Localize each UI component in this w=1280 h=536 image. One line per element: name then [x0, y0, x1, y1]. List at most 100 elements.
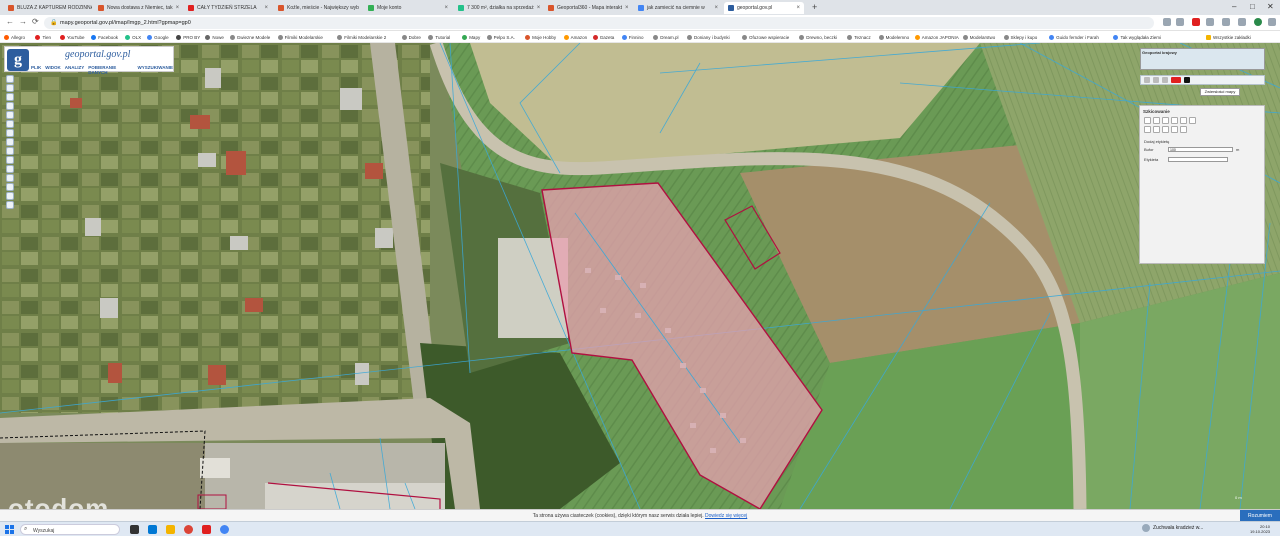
sidepanel-icon[interactable] — [1222, 18, 1230, 26]
cookie-more-link[interactable]: Dowiedz się więcej — [705, 513, 747, 519]
bookmark-item[interactable]: Nowe — [205, 33, 224, 41]
menu-wyszukiwanie[interactable]: WYSZUKIWANIE — [138, 65, 174, 75]
bookmark-item[interactable]: Sklepy i kupo — [1003, 33, 1037, 41]
bookmark-item[interactable]: Tien — [35, 33, 51, 41]
label-input[interactable] — [1168, 157, 1228, 162]
close-tab-icon[interactable]: × — [714, 5, 718, 11]
menu-pobieranie[interactable]: POBIERANIE DANYCH — [88, 65, 133, 75]
tool-icon[interactable] — [1144, 77, 1150, 83]
delete-tool-icon[interactable] — [1171, 126, 1178, 133]
bookmark-item[interactable]: Google — [147, 33, 169, 41]
profile-avatar[interactable] — [1254, 18, 1262, 26]
close-tab-icon[interactable]: × — [625, 5, 629, 11]
layers-icon[interactable] — [6, 102, 14, 110]
bookmark-item[interactable]: Teznacz — [847, 33, 871, 41]
buffer-tool-icon[interactable] — [1153, 126, 1160, 133]
maximize-button[interactable]: □ — [1250, 2, 1255, 11]
bookmark-item[interactable]: Filmiki Modelarskie — [277, 33, 323, 41]
close-tab-icon[interactable]: × — [444, 5, 448, 11]
close-window-button[interactable]: ✕ — [1267, 2, 1274, 11]
menu-widok[interactable]: WIDOK — [45, 65, 61, 75]
bookmark-item[interactable]: PRO BY — [176, 33, 200, 41]
bookmark-item[interactable]: Gwiezne Modele — [229, 33, 270, 41]
chrome-icon[interactable] — [184, 525, 193, 534]
save-tool-icon[interactable] — [1180, 126, 1187, 133]
zoom-widget[interactable]: Zwiersłości mapy — [1200, 88, 1240, 96]
youtube-app-icon[interactable] — [202, 525, 211, 534]
move-tool-icon[interactable] — [1144, 126, 1151, 133]
bookmark-item[interactable]: Amazon — [563, 33, 587, 41]
extensions-icon[interactable] — [1206, 18, 1214, 26]
info-icon[interactable] — [6, 111, 14, 119]
color-tool-icon[interactable] — [1162, 126, 1169, 133]
bookmark-item[interactable]: Modelemno — [878, 33, 909, 41]
bookmark-item[interactable]: Filmiki Modelarskie 2 — [337, 33, 386, 41]
geoportal-logo[interactable]: g — [7, 49, 29, 71]
youtube-icon[interactable] — [1171, 77, 1181, 83]
youtube-extension-icon[interactable] — [1192, 18, 1200, 26]
bookmark-item[interactable]: Mapy — [462, 33, 480, 41]
bookmark-item[interactable]: Modelarstwo — [962, 33, 995, 41]
browser-tab[interactable]: BLUZA Z KAPTUREM RODZINNA× — [4, 2, 92, 14]
forward-button[interactable]: → — [19, 17, 27, 26]
menu-plik[interactable]: PLIK — [31, 65, 41, 75]
minimize-button[interactable]: – — [1232, 2, 1236, 11]
menu-icon[interactable] — [1268, 18, 1276, 26]
clock[interactable]: 20:10 19.10.2023 — [1250, 524, 1270, 534]
bookmark-item[interactable]: Gazeta — [592, 33, 614, 41]
close-tab-icon[interactable]: × — [796, 5, 800, 11]
task-view-icon[interactable] — [130, 525, 139, 534]
bookmark-item[interactable]: YouTube — [59, 33, 85, 41]
close-tab-icon[interactable]: × — [537, 5, 541, 11]
bookmark-item[interactable]: Tutorial — [428, 33, 450, 41]
point-tool-icon[interactable] — [1144, 117, 1151, 124]
bookmark-item[interactable]: Doniany i budynki — [687, 33, 730, 41]
map-viewport[interactable]: g geoportal.gov.pl PLIK WIDOK ANALIZY PO… — [0, 43, 1280, 509]
bookmark-item[interactable]: Drewno, beczki — [799, 33, 837, 41]
weather-widget[interactable]: Zuchwała kradzież w... — [1142, 524, 1203, 532]
windows-start-icon[interactable] — [5, 525, 14, 534]
bookmark-item[interactable]: Moje Hobby — [525, 33, 556, 41]
pan-icon[interactable] — [6, 93, 14, 101]
zoom-in-icon[interactable] — [6, 75, 14, 83]
bookmark-item[interactable]: Pelpo S.A. — [486, 33, 515, 41]
erase-tool-icon[interactable] — [1180, 117, 1187, 124]
share-icon[interactable] — [1163, 18, 1171, 26]
clock-icon[interactable] — [6, 201, 14, 209]
history-back-icon[interactable] — [6, 156, 14, 164]
browser-tab[interactable]: Nowa dostawa z Niemiec, tak × — [94, 2, 182, 14]
reload-button[interactable]: ⟳ — [32, 17, 39, 26]
app-icon[interactable] — [220, 525, 229, 534]
draw-icon[interactable] — [6, 129, 14, 137]
buffer-input[interactable]: 100 — [1168, 147, 1233, 152]
bookmark-item[interactable]: Tak wyglądała Ziemi — [1113, 33, 1161, 41]
app-icon[interactable] — [148, 525, 157, 534]
bookmark-item[interactable]: Finnino — [621, 33, 644, 41]
address-bar[interactable]: 🔒 mapy.geoportal.gov.pl/imap/Imgp_2.html… — [44, 17, 1154, 29]
tool-icon[interactable] — [1153, 77, 1159, 83]
full-extent-icon[interactable] — [6, 174, 14, 182]
gear-icon[interactable] — [1184, 77, 1190, 83]
menu-analizy[interactable]: ANALIZY — [65, 65, 85, 75]
bookmark-item[interactable]: OLX — [125, 33, 141, 41]
close-tab-icon[interactable]: × — [264, 5, 268, 11]
bookmark-item[interactable]: Dobre — [401, 33, 421, 41]
history-forward-icon[interactable] — [6, 165, 14, 173]
line-tool-icon[interactable] — [1153, 117, 1160, 124]
taskbar-search[interactable]: ⌕ Wyszukaj — [20, 524, 120, 535]
browser-tab[interactable]: Koźle, mieście - Największy wyb× — [274, 2, 362, 14]
bookmark-item[interactable]: Ofuzowe wspieracie — [742, 33, 789, 41]
browser-tab[interactable]: jak zamiecić na ciemnie w × — [634, 2, 722, 14]
all-bookmarks-button[interactable]: Wszystkie zakładki — [1206, 33, 1251, 41]
bookmark-item[interactable]: Allegro — [4, 33, 25, 41]
text-tool-icon[interactable] — [1171, 117, 1178, 124]
help-icon[interactable] — [6, 183, 14, 191]
browser-tab[interactable]: Moje konto × — [364, 2, 452, 14]
polygon-tool-icon[interactable] — [1162, 117, 1169, 124]
browser-tab[interactable]: Geoportal360 - Mapa interakt × — [544, 2, 632, 14]
download-icon[interactable] — [1238, 18, 1246, 26]
bookmark-item[interactable]: Amazon JAPONIA — [914, 33, 959, 41]
tool-icon[interactable] — [1162, 77, 1168, 83]
browser-tab[interactable]: 7 300 m², działka na sprzedaż × — [454, 2, 542, 14]
new-tab-button[interactable]: + — [812, 2, 817, 12]
